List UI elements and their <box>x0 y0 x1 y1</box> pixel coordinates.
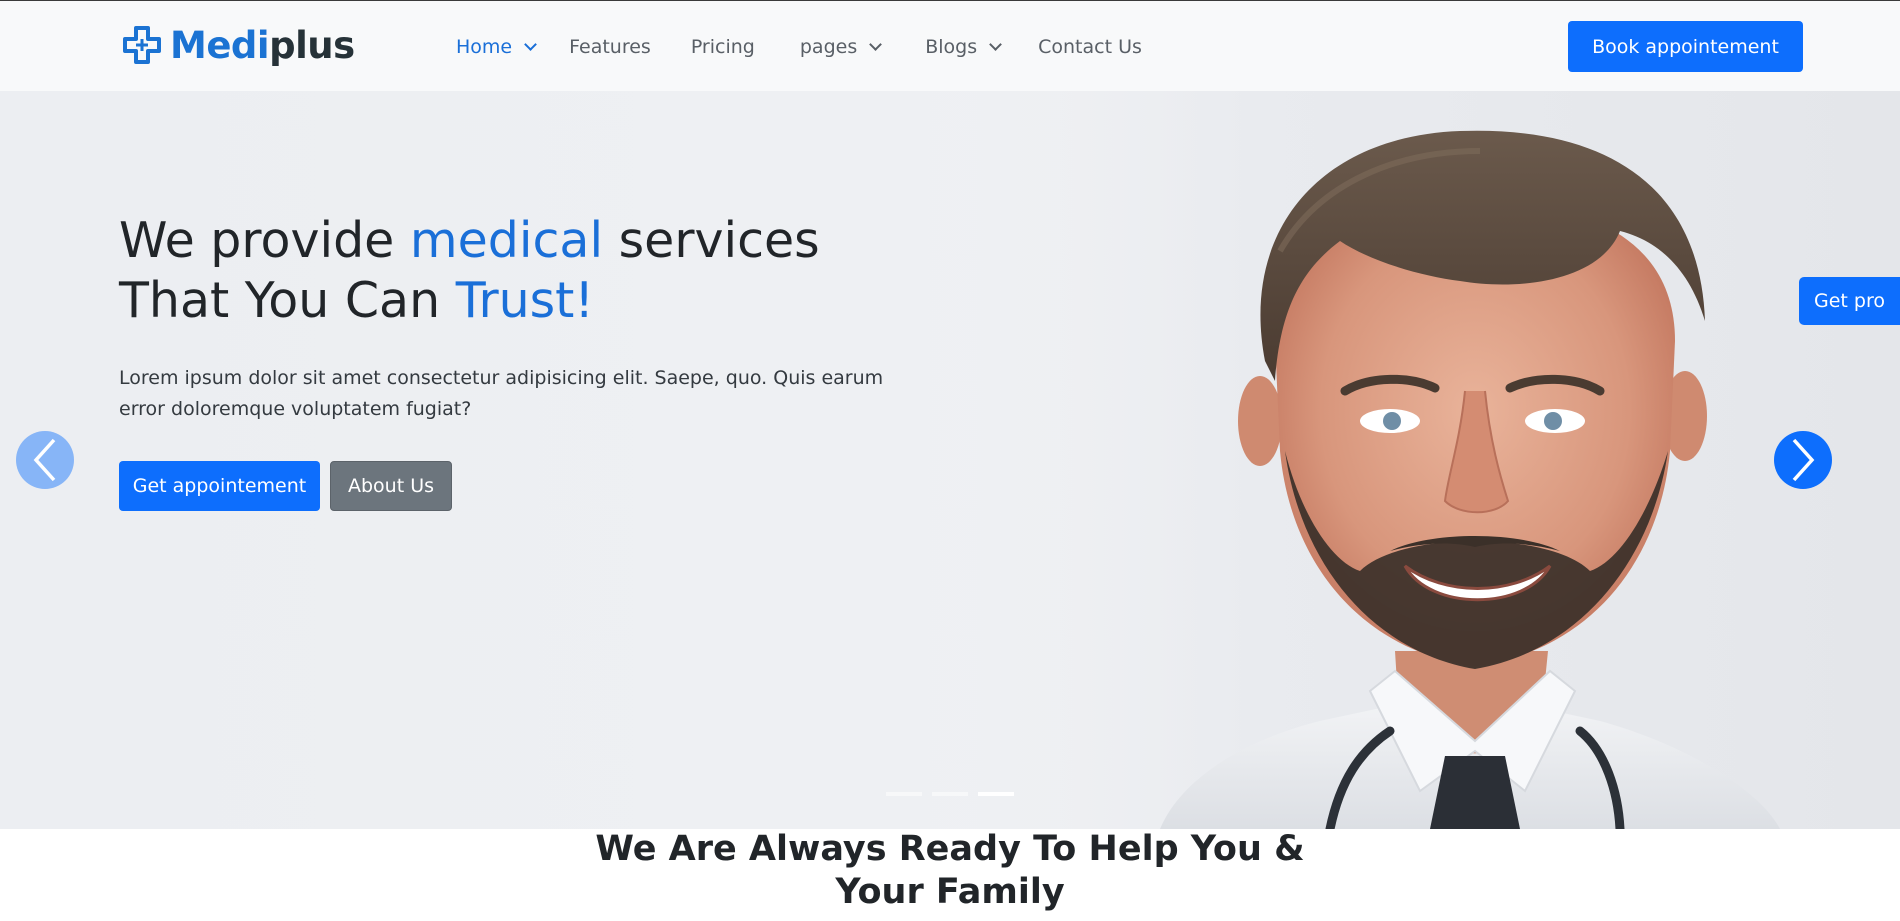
nav-item-pricing-label: Pricing <box>690 36 755 58</box>
get-pro-button[interactable]: Get pro <box>1799 277 1900 325</box>
chevron-down-icon <box>989 37 1002 51</box>
about-us-button[interactable]: About Us <box>330 461 452 511</box>
get-appointment-button[interactable]: Get appointement <box>119 461 320 511</box>
nav-item-blogs-label: Blogs <box>925 36 978 58</box>
nav-item-pages-label: pages <box>799 36 858 58</box>
brand-name-part2: plus <box>269 23 355 67</box>
brand-name-part1: Medi <box>170 23 270 67</box>
chevron-down-icon <box>524 37 537 51</box>
section-title: We Are Always Ready To Help You & Your F… <box>595 829 1305 912</box>
nav-item-pages[interactable]: pages <box>799 36 883 58</box>
carousel-next-button[interactable] <box>1774 431 1832 489</box>
brand-name: Mediplus <box>170 24 355 67</box>
nav-item-features-label: Features <box>569 36 651 58</box>
hero-title-accent2: Trust! <box>455 272 595 329</box>
nav-item-contact[interactable]: Contact Us <box>1038 36 1142 58</box>
main-nav: Home Features Pricing pages Blogs Contac… <box>456 31 1142 63</box>
chevron-right-icon <box>1792 438 1815 482</box>
chevron-left-icon <box>33 438 56 482</box>
carousel-prev-button[interactable] <box>16 431 74 489</box>
nav-item-contact-label: Contact Us <box>1038 36 1142 58</box>
nav-item-features[interactable]: Features <box>569 36 651 58</box>
hero-description: Lorem ipsum dolor sit amet consectetur a… <box>119 367 884 420</box>
carousel-indicator[interactable] <box>886 792 922 796</box>
brand-logo[interactable]: Mediplus <box>122 23 355 67</box>
doctor-photo <box>900 91 1900 829</box>
navbar: Mediplus Home Features Pricing pages Blo… <box>0 1 1900 91</box>
hero-title-part1: We provide <box>119 212 410 269</box>
nav-item-home[interactable]: Home <box>456 36 537 58</box>
carousel-indicator-active[interactable] <box>978 792 1014 796</box>
carousel-indicator[interactable] <box>932 792 968 796</box>
hero-title: We provide medical services That You Can… <box>119 211 939 331</box>
nav-item-home-label: Home <box>456 36 513 58</box>
nav-item-pricing[interactable]: Pricing <box>691 36 755 58</box>
chevron-down-icon <box>869 37 883 51</box>
hero-carousel: We provide medical services That You Can… <box>0 91 1900 829</box>
book-appointment-button[interactable]: Book appointement <box>1568 21 1803 72</box>
hero-title-accent1: medical <box>409 212 604 269</box>
carousel-indicators <box>886 792 1014 796</box>
nav-item-blogs[interactable]: Blogs <box>925 36 1002 58</box>
cross-logo-icon <box>123 26 161 64</box>
